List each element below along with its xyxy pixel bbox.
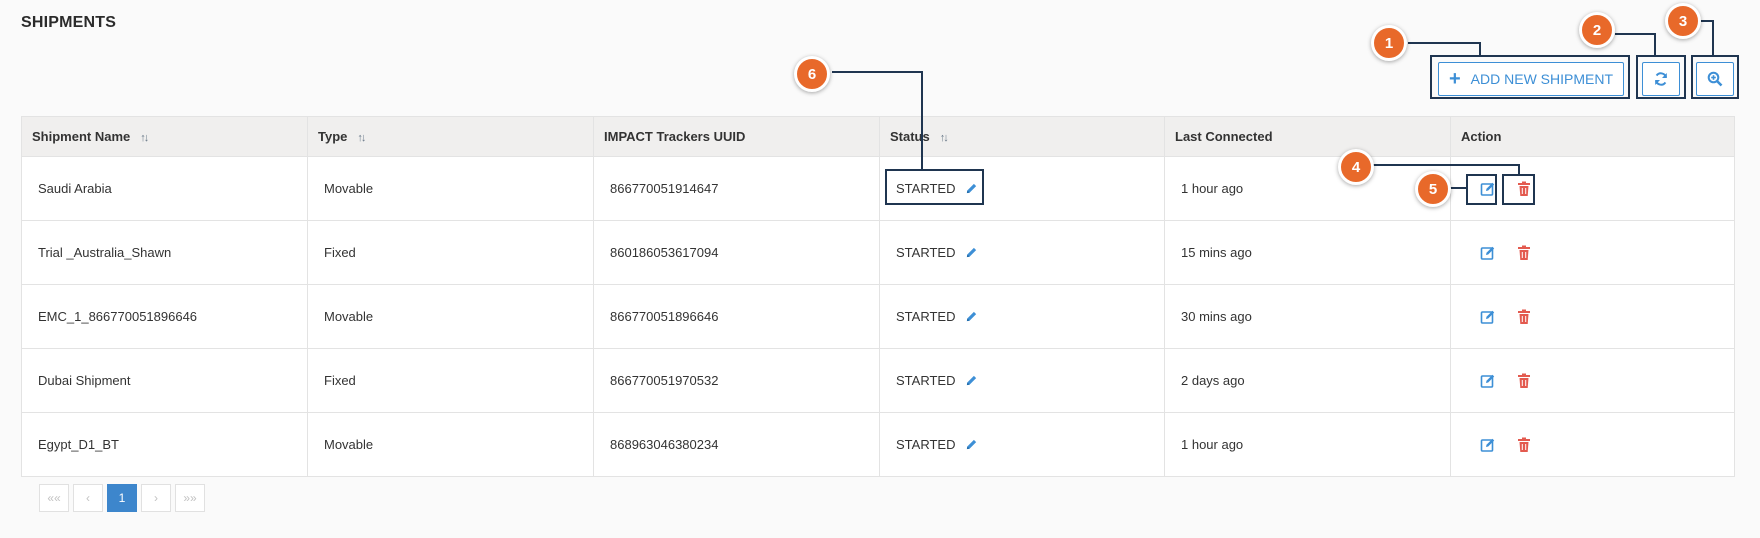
edit-icon [1480, 438, 1495, 452]
highlight-box-edit [1466, 174, 1497, 205]
delete-shipment-button[interactable] [1513, 242, 1535, 264]
column-header-shipment-name[interactable]: Shipment Name ↑↓ [21, 116, 308, 157]
cell-uuid: 866770051970532 [593, 348, 880, 413]
status-text: STARTED [896, 309, 956, 324]
cell-type: Movable [307, 284, 594, 349]
delete-shipment-button[interactable] [1513, 370, 1535, 392]
cell-shipment-name: Saudi Arabia [21, 156, 308, 221]
edit-shipment-button[interactable] [1477, 242, 1499, 264]
status-text: STARTED [896, 245, 956, 260]
edit-status-button[interactable] [963, 309, 979, 325]
trash-icon [1518, 245, 1530, 260]
table-row: EMC_1_866770051896646 Movable 866770051896… [21, 284, 1735, 349]
next-page-button[interactable]: › [141, 484, 171, 512]
page-title: SHIPMENTS [21, 14, 117, 31]
cell-shipment-name: Dubai Shipment [21, 348, 308, 413]
status-text: STARTED [896, 437, 956, 452]
edit-status-button[interactable] [963, 245, 979, 261]
cell-type: Movable [307, 156, 594, 221]
cell-shipment-name: Trial _Australia_Shawn [21, 220, 308, 285]
highlight-box-refresh [1636, 55, 1686, 99]
highlight-box-zoom [1691, 55, 1739, 99]
cell-last-connected: 15 mins ago [1164, 220, 1451, 285]
callout-6: 6 [794, 56, 830, 92]
callout-5: 5 [1415, 171, 1451, 207]
cell-action [1450, 220, 1735, 285]
cell-uuid: 860186053617094 [593, 220, 880, 285]
sort-icon[interactable]: ↑↓ [140, 132, 149, 144]
cell-shipment-name: Egypt_D1_BT [21, 412, 308, 477]
trash-icon [1518, 309, 1530, 324]
cell-type: Movable [307, 412, 594, 477]
column-header-action: Action [1450, 116, 1735, 157]
trash-icon [1518, 437, 1530, 452]
sort-icon[interactable]: ↑↓ [357, 132, 366, 144]
edit-shipment-button[interactable] [1477, 434, 1499, 456]
table-row: Dubai Shipment Fixed 866770051970532 STARTE… [21, 348, 1735, 413]
cell-last-connected: 2 days ago [1164, 348, 1451, 413]
column-header-last-connected: Last Connected [1164, 116, 1451, 157]
cell-type: Fixed [307, 220, 594, 285]
trash-icon [1518, 373, 1530, 388]
cell-action [1450, 412, 1735, 477]
first-page-button[interactable]: «« [39, 484, 69, 512]
edit-status-button[interactable] [963, 373, 979, 389]
cell-action [1450, 348, 1735, 413]
last-page-button[interactable]: »» [175, 484, 205, 512]
cell-status: STARTED [879, 284, 1165, 349]
edit-shipment-button[interactable] [1477, 306, 1499, 328]
callout-4: 4 [1338, 149, 1374, 185]
cell-status: STARTED [879, 412, 1165, 477]
cell-last-connected: 1 hour ago [1164, 412, 1451, 477]
callout-1: 1 [1371, 25, 1407, 61]
edit-icon [1480, 374, 1495, 388]
pencil-icon [966, 311, 977, 322]
callout-3: 3 [1665, 3, 1701, 39]
highlight-box-status [885, 169, 984, 205]
pencil-icon [966, 439, 977, 450]
highlight-box-add [1430, 55, 1630, 99]
cell-uuid: 866770051914647 [593, 156, 880, 221]
table-row: Trial _Australia_Shawn Fixed 8601860536170… [21, 220, 1735, 285]
table-row: Egypt_D1_BT Movable 868963046380234 STARTED… [21, 412, 1735, 477]
page-1-button[interactable]: 1 [107, 484, 137, 512]
prev-page-button[interactable]: ‹ [73, 484, 103, 512]
shipments-table: Shipment Name ↑↓ Type ↑↓ IMPACT Trackers U… [21, 116, 1735, 477]
cell-uuid: 866770051896646 [593, 284, 880, 349]
column-header-uuid: IMPACT Trackers UUID [593, 116, 880, 157]
status-text: STARTED [896, 373, 956, 388]
cell-last-connected: 1 hour ago [1164, 156, 1451, 221]
edit-status-button[interactable] [963, 437, 979, 453]
shipments-page: SHIPMENTS + ADD NEW SHIPMENT Shipment Na… [0, 0, 1760, 538]
cell-shipment-name: EMC_1_866770051896646 [21, 284, 308, 349]
cell-action [1450, 284, 1735, 349]
delete-shipment-button[interactable] [1513, 434, 1535, 456]
cell-status: STARTED [879, 220, 1165, 285]
table-header-row: Shipment Name ↑↓ Type ↑↓ IMPACT Trackers U… [21, 116, 1735, 157]
cell-status: STARTED [879, 348, 1165, 413]
pencil-icon [966, 247, 977, 258]
pagination: «« ‹ 1 › »» [39, 484, 205, 512]
edit-icon [1480, 246, 1495, 260]
delete-shipment-button[interactable] [1513, 306, 1535, 328]
edit-icon [1480, 310, 1495, 324]
cell-uuid: 868963046380234 [593, 412, 880, 477]
highlight-box-delete [1502, 174, 1535, 205]
cell-type: Fixed [307, 348, 594, 413]
pencil-icon [966, 375, 977, 386]
sort-icon[interactable]: ↑↓ [940, 132, 949, 144]
column-header-type[interactable]: Type ↑↓ [307, 116, 594, 157]
cell-last-connected: 30 mins ago [1164, 284, 1451, 349]
edit-shipment-button[interactable] [1477, 370, 1499, 392]
callout-2: 2 [1579, 12, 1615, 48]
